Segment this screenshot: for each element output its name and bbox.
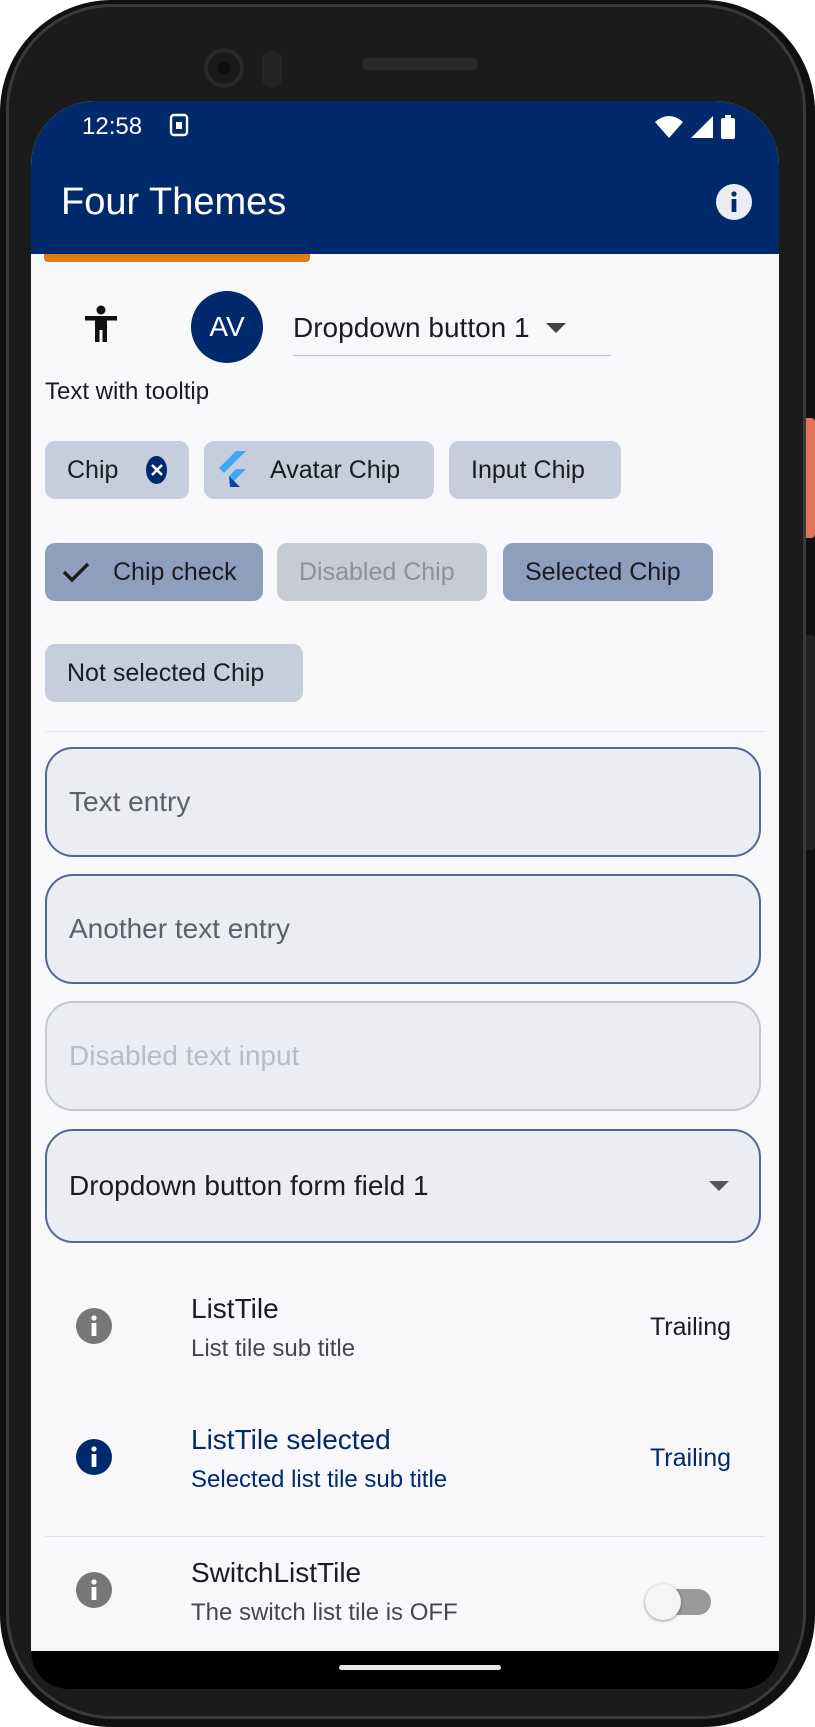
disabled-chip: Disabled Chip bbox=[277, 543, 487, 601]
status-icons bbox=[655, 115, 735, 139]
battery-icon bbox=[721, 115, 735, 139]
power-button bbox=[806, 418, 815, 538]
earpiece-speaker bbox=[362, 58, 478, 70]
info-icon bbox=[76, 1308, 112, 1344]
chip-label: Chip check bbox=[113, 557, 237, 586]
list-tile-subtitle: List tile sub title bbox=[191, 1335, 356, 1362]
screen: 12:58 Four Themes AV Dropdown button 1 T… bbox=[31, 101, 779, 1653]
another-text-entry-placeholder: Another text entry bbox=[69, 913, 291, 944]
divider bbox=[45, 731, 765, 732]
list-tile-subtitle: The switch list tile is OFF bbox=[191, 1599, 458, 1626]
list-tile[interactable]: ListTile List tile sub title Trailing bbox=[45, 1265, 761, 1385]
avatar-chip[interactable]: Avatar Chip bbox=[204, 441, 434, 499]
dropdown-form-field-value: Dropdown button form field 1 bbox=[69, 1170, 429, 1201]
list-tile-selected[interactable]: ListTile selected Selected list tile sub… bbox=[45, 1396, 761, 1516]
tooltip-text[interactable]: Text with tooltip bbox=[45, 378, 209, 406]
sim-icon bbox=[169, 113, 189, 137]
chip-label: Input Chip bbox=[471, 455, 585, 484]
list-tile-subtitle: Selected list tile sub title bbox=[191, 1466, 448, 1493]
dropdown-form-field[interactable]: Dropdown button form field 1 bbox=[45, 1129, 761, 1243]
chip-deletable[interactable]: Chip bbox=[45, 441, 189, 499]
switch-thumb bbox=[645, 1584, 681, 1620]
chip-label: Disabled Chip bbox=[299, 557, 455, 586]
avatar[interactable]: AV bbox=[191, 291, 263, 363]
not-selected-chip[interactable]: Not selected Chip bbox=[45, 644, 303, 702]
text-entry-field[interactable]: Text entry bbox=[45, 747, 761, 857]
app-title: Four Themes bbox=[61, 181, 287, 223]
list-tile-title: SwitchListTile bbox=[191, 1557, 362, 1588]
info-icon bbox=[76, 1572, 112, 1608]
chip-check[interactable]: Chip check bbox=[45, 543, 263, 601]
caret-down-icon bbox=[709, 1181, 729, 1191]
text-entry-placeholder: Text entry bbox=[69, 786, 191, 817]
info-icon bbox=[76, 1439, 112, 1475]
list-tile-title: ListTile bbox=[191, 1293, 279, 1324]
front-camera bbox=[204, 48, 244, 88]
signal-icon bbox=[691, 116, 713, 138]
tab-indicator bbox=[44, 254, 310, 262]
status-time: 12:58 bbox=[82, 113, 143, 140]
app-bar: 12:58 Four Themes bbox=[31, 101, 779, 254]
input-chip[interactable]: Input Chip bbox=[449, 441, 621, 499]
chip-label: Chip bbox=[67, 455, 119, 484]
list-tile-trailing: Trailing bbox=[649, 1444, 731, 1472]
caret-down-icon bbox=[545, 323, 566, 333]
list-tile-trailing: Trailing bbox=[649, 1313, 731, 1341]
dropdown-button[interactable]: Dropdown button 1 bbox=[293, 301, 611, 356]
gesture-nav-bar bbox=[31, 1651, 779, 1689]
switch-list-tile[interactable]: SwitchListTile The switch list tile is O… bbox=[45, 1529, 761, 1649]
volume-button bbox=[806, 635, 815, 850]
flutter-logo-icon bbox=[219, 451, 246, 487]
accessibility-icon[interactable] bbox=[81, 304, 121, 344]
phone-frame: 12:58 Four Themes AV Dropdown button 1 T… bbox=[0, 0, 815, 1727]
close-icon[interactable] bbox=[146, 456, 167, 484]
check-icon bbox=[62, 562, 90, 583]
info-icon[interactable] bbox=[715, 183, 753, 221]
home-indicator[interactable] bbox=[339, 1665, 501, 1670]
chip-label: Selected Chip bbox=[525, 557, 681, 586]
toggle-switch[interactable] bbox=[645, 1584, 711, 1620]
disabled-text-placeholder: Disabled text input bbox=[69, 1040, 300, 1071]
list-tile-title: ListTile selected bbox=[191, 1424, 391, 1455]
dropdown-button-label: Dropdown button 1 bbox=[293, 312, 530, 343]
selected-chip[interactable]: Selected Chip bbox=[503, 543, 713, 601]
proximity-sensor bbox=[262, 50, 282, 88]
chip-label: Avatar Chip bbox=[270, 455, 401, 484]
disabled-text-input: Disabled text input bbox=[45, 1001, 761, 1111]
another-text-entry-field[interactable]: Another text entry bbox=[45, 874, 761, 984]
wifi-icon bbox=[655, 116, 683, 138]
chip-label: Not selected Chip bbox=[67, 658, 265, 687]
